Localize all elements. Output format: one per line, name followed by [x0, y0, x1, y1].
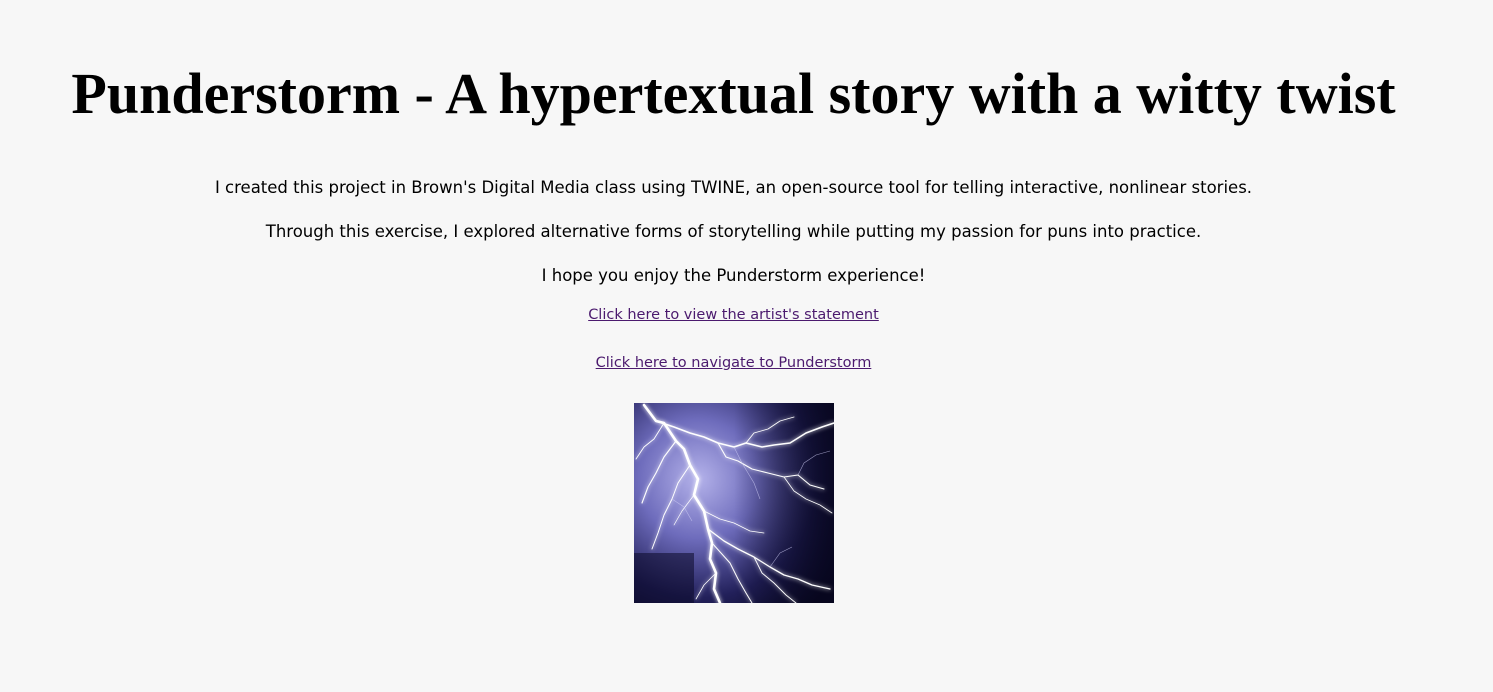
punderstorm-link-container: Click here to navigate to Punderstorm [0, 353, 1467, 373]
intro-text-exploration: Through this exercise, I explored altern… [265, 222, 1202, 241]
artist-statement-link-container: Click here to view the artist's statemen… [0, 305, 1467, 325]
page-title: Punderstorm - A hypertextual story with … [71, 61, 1396, 126]
intro-text-class-project: I created this project in Brown's Digita… [214, 178, 1253, 197]
intro-text-enjoy: I hope you enjoy the Punderstorm experie… [541, 266, 926, 285]
lightning-bolt-image [634, 403, 834, 603]
navigate-punderstorm-link[interactable]: Click here to navigate to Punderstorm [596, 355, 872, 371]
artist-statement-link[interactable]: Click here to view the artist's statemen… [588, 307, 879, 323]
